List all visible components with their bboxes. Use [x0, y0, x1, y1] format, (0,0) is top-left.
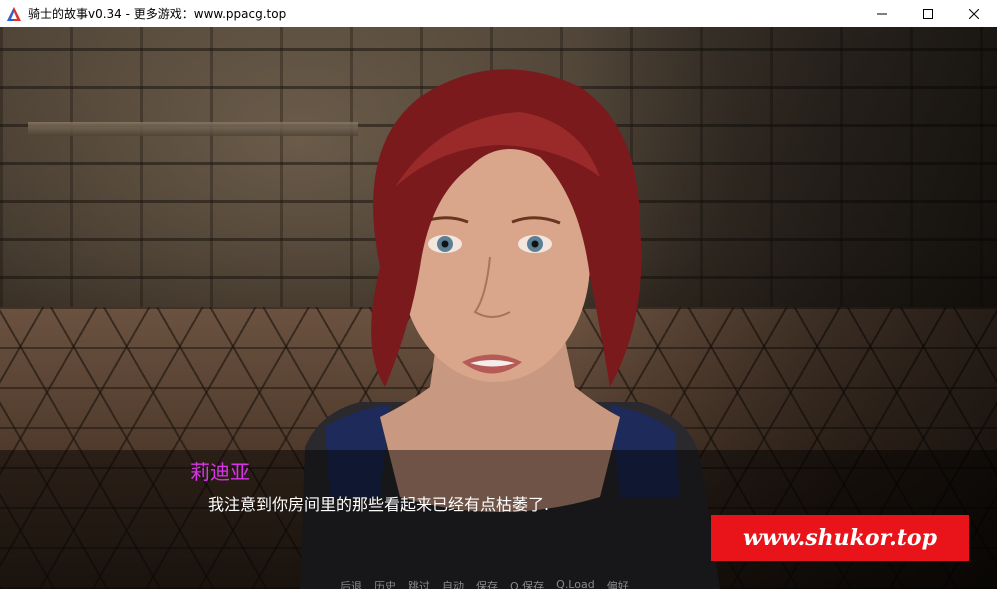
minimize-button[interactable]	[859, 0, 905, 27]
maximize-button[interactable]	[905, 0, 951, 27]
watermark-text: www.shukor.top	[742, 525, 937, 551]
app-icon	[6, 6, 22, 22]
quick-menu-back[interactable]: 后退	[340, 578, 362, 589]
quick-menu-quick-save[interactable]: Q.保存	[510, 578, 544, 589]
game-window: 骑士的故事v0.34 - 更多游戏：www.ppacg.top 莉迪亚 我注意到…	[0, 0, 997, 589]
quick-menu-quick-load[interactable]: Q.Load	[556, 578, 595, 589]
watermark-banner: www.shukor.top	[711, 515, 969, 561]
close-icon	[969, 8, 979, 19]
quick-menu-history[interactable]: 历史	[374, 578, 396, 589]
quick-menu-save[interactable]: 保存	[476, 578, 498, 589]
minimize-icon	[877, 13, 887, 14]
window-title: 骑士的故事v0.34 - 更多游戏：www.ppacg.top	[28, 7, 287, 21]
title-bar: 骑士的故事v0.34 - 更多游戏：www.ppacg.top	[0, 0, 997, 28]
quick-menu: 后退 历史 跳过 自动 保存 Q.保存 Q.Load 偏好	[340, 578, 629, 589]
game-viewport[interactable]: 莉迪亚 我注意到你房间里的那些看起来已经有点枯萎了. www.shukor.to…	[0, 27, 997, 589]
speaker-name: 莉迪亚	[190, 460, 250, 484]
quick-menu-auto[interactable]: 自动	[442, 578, 464, 589]
quick-menu-skip[interactable]: 跳过	[408, 578, 430, 589]
dialogue-text: 我注意到你房间里的那些看起来已经有点枯萎了.	[208, 495, 550, 514]
close-button[interactable]	[951, 0, 997, 27]
maximize-icon	[923, 8, 933, 19]
quick-menu-preferences[interactable]: 偏好	[607, 578, 629, 589]
window-controls	[859, 0, 997, 27]
